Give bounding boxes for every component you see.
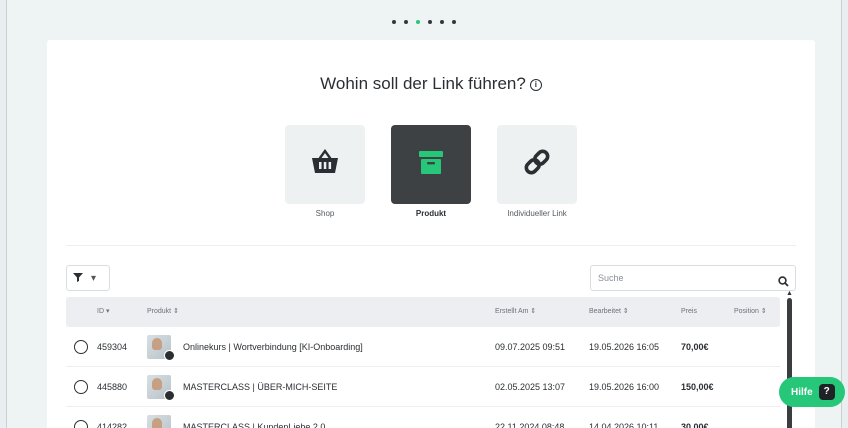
option-product-label: Produkt: [415, 209, 447, 218]
step-dot[interactable]: [440, 20, 444, 24]
option-shop-label: Shop: [315, 209, 335, 218]
row-select-radio[interactable]: [74, 420, 88, 428]
column-header-created[interactable]: Erstellt Am ⇕: [495, 297, 536, 327]
table-row[interactable]: 459304 Onlinekurs | Wortverbindung [KI-O…: [66, 327, 780, 367]
column-header-position[interactable]: Position ⇕: [734, 297, 767, 327]
row-id: 414282: [97, 422, 128, 428]
table-row[interactable]: 445880 MASTERCLASS | ÜBER-MICH-SEITE 02.…: [66, 367, 780, 407]
help-chat-icon: ?: [818, 384, 835, 400]
step-indicator: [0, 20, 848, 24]
row-edited: 19.05.2026 16:05: [589, 342, 660, 352]
row-created: 22.11.2024 08:48: [495, 422, 565, 428]
row-product: MASTERCLASS | KundenLiebe 2.0: [183, 422, 326, 428]
row-created: 02.05.2025 13:07: [495, 382, 566, 392]
row-select-radio[interactable]: [74, 380, 88, 394]
search-input[interactable]: Suche: [590, 265, 796, 291]
column-header-price[interactable]: Preis: [681, 297, 697, 327]
product-thumbnail: [147, 415, 171, 428]
link-target-options: Shop Produkt Individueller Link: [47, 125, 815, 235]
section-divider: [66, 245, 796, 246]
main-card: Wohin soll der Link führen? i Shop Produ…: [47, 40, 815, 428]
row-product: MASTERCLASS | ÜBER-MICH-SEITE: [183, 382, 338, 392]
step-dot[interactable]: [428, 20, 432, 24]
option-product[interactable]: [391, 125, 471, 204]
chevron-down-icon: ▾: [91, 272, 97, 284]
info-icon[interactable]: i: [529, 79, 542, 91]
row-select-radio[interactable]: [74, 340, 88, 354]
basket-icon: [310, 148, 340, 180]
table-header: ID ▾ Produkt ⇕ Erstellt Am ⇕ Bearbeitet …: [66, 297, 780, 327]
step-dot-active[interactable]: [416, 20, 420, 24]
column-header-product[interactable]: Produkt ⇕: [147, 297, 179, 327]
row-product: Onlinekurs | Wortverbindung [KI-Onboardi…: [183, 342, 363, 352]
page-title-text: Wohin soll der Link führen?: [320, 74, 526, 93]
search-placeholder: Suche: [598, 273, 624, 283]
row-price: 70,00€: [681, 342, 709, 352]
row-price: 150,00€: [681, 382, 714, 392]
filter-button[interactable]: ▾: [66, 265, 110, 291]
step-dot[interactable]: [404, 20, 408, 24]
product-thumbnail: [147, 375, 175, 401]
step-dot[interactable]: [452, 20, 456, 24]
step-dot[interactable]: [392, 20, 396, 24]
help-label: Hilfe: [791, 386, 813, 398]
table-row[interactable]: 414282 MASTERCLASS | KundenLiebe 2.0 22.…: [66, 407, 780, 428]
scroll-up-arrow-icon[interactable]: ▲: [786, 290, 793, 297]
archive-box-icon: [417, 148, 445, 181]
link-icon: [522, 147, 552, 182]
option-custom-link-label: Individueller Link: [507, 209, 567, 218]
row-id: 445880: [97, 382, 128, 392]
page-title: Wohin soll der Link führen? i: [47, 74, 815, 94]
row-edited: 19.05.2026 16:00: [589, 382, 660, 392]
option-custom-link[interactable]: [497, 125, 577, 204]
column-header-edited[interactable]: Bearbeitet ⇕: [589, 297, 629, 327]
help-button[interactable]: Hilfe ?: [779, 377, 845, 407]
column-header-id[interactable]: ID ▾: [97, 297, 109, 327]
row-price: 30,00€: [681, 422, 709, 428]
row-created: 09.07.2025 09:51: [495, 342, 566, 352]
table-scrollbar[interactable]: [787, 298, 792, 428]
option-shop[interactable]: [285, 125, 365, 204]
product-thumbnail: [147, 335, 175, 361]
filter-icon: [73, 272, 83, 285]
row-id: 459304: [97, 342, 128, 352]
row-edited: 14.04.2026 10:11: [589, 422, 659, 428]
